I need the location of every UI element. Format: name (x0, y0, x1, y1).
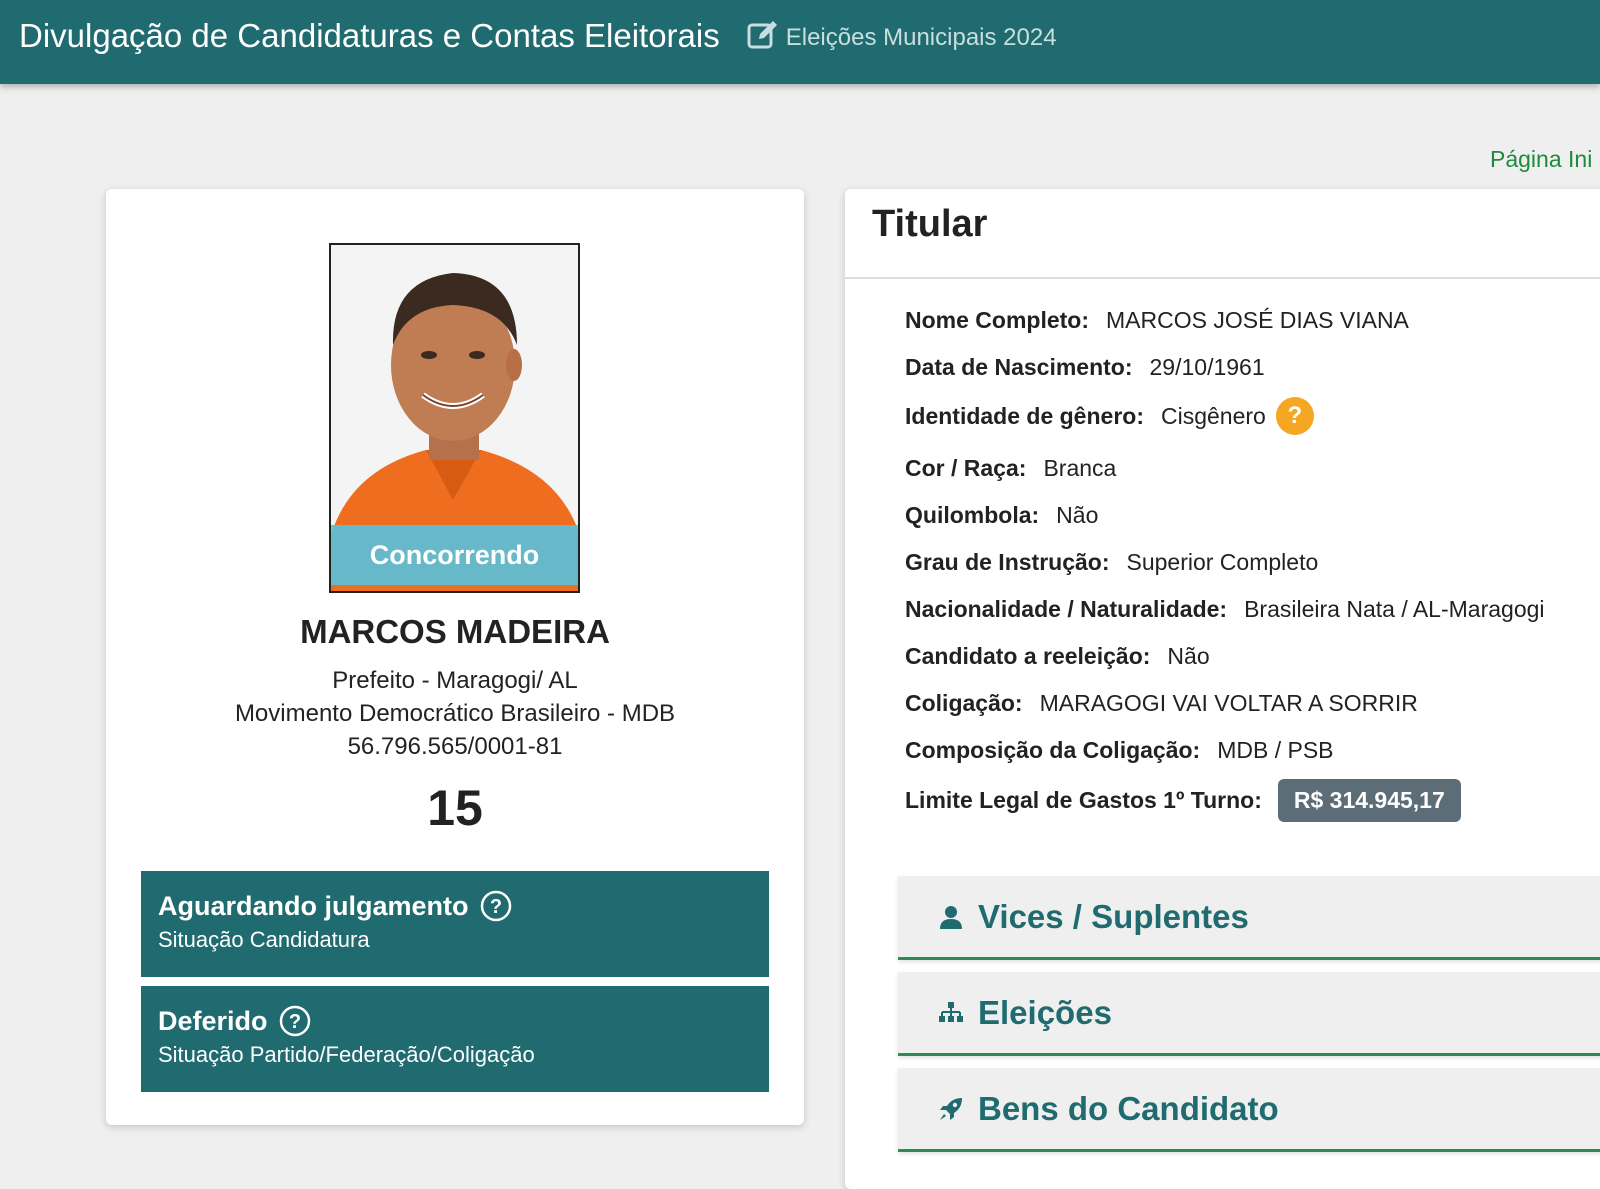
rocket-icon (940, 1097, 962, 1120)
party-status-box: Deferido ? Situação Partido/Federação/Co… (141, 986, 769, 1092)
field-value: MDB / PSB (1217, 737, 1334, 763)
field-reelection: Candidato a reeleição: Não (905, 643, 1210, 670)
field-quilombola: Quilombola: Não (905, 502, 1098, 529)
sitemap-icon (939, 1001, 963, 1022)
field-spending-limit: Limite Legal de Gastos 1º Turno: R$ 314.… (905, 779, 1461, 822)
help-badge-icon[interactable]: ? (1275, 397, 1314, 435)
field-nationality: Nacionalidade / Naturalidade: Brasileira… (905, 596, 1545, 623)
field-coalition: Coligação: MARAGOGI VAI VOLTAR A SORRIR (905, 690, 1418, 717)
section-label: Eleições (978, 993, 1112, 1031)
section-label: Bens do Candidato (978, 1089, 1279, 1127)
titular-card: Titular Nome Completo: MARCOS JOSÉ DIAS … (845, 189, 1600, 1189)
field-value: Não (1056, 502, 1099, 528)
field-label: Nacionalidade / Naturalidade: (905, 596, 1228, 622)
field-label: Limite Legal de Gastos 1º Turno: (905, 787, 1262, 813)
section-eleicoes[interactable]: Eleições (898, 972, 1600, 1056)
user-icon (940, 905, 962, 929)
top-bar: Divulgação de Candidaturas e Contas Elei… (0, 0, 1600, 84)
svg-text:?: ? (288, 1011, 300, 1033)
field-value: MARAGOGI VAI VOLTAR A SORRIR (1039, 690, 1418, 716)
party-status-subtitle: Situação Partido/Federação/Coligação (158, 1042, 535, 1067)
home-link[interactable]: Página Ini (1490, 146, 1592, 173)
candidacy-status-box: Aguardando julgamento ? Situação Candida… (141, 871, 769, 977)
field-label: Coligação: (905, 690, 1023, 716)
field-value: Superior Completo (1126, 549, 1319, 575)
party-status-title: Deferido (158, 1005, 268, 1036)
section-bens-candidato[interactable]: Bens do Candidato (898, 1068, 1600, 1152)
field-value: 29/10/1961 (1149, 354, 1265, 380)
field-label: Quilombola: (905, 502, 1040, 528)
status-ribbon: Concorrendo (331, 525, 578, 585)
svg-text:?: ? (489, 896, 501, 918)
field-label: Identidade de gênero: (905, 402, 1144, 429)
edit-icon (747, 21, 777, 49)
field-coalition-composition: Composição da Coligação: MDB / PSB (905, 737, 1334, 764)
candidate-photo: Concorrendo (329, 243, 580, 593)
candidacy-status-title: Aguardando julgamento (158, 890, 469, 921)
candidate-card: Concorrendo MARCOS MADEIRA Prefeito - Ma… (106, 189, 804, 1125)
field-race: Cor / Raça: Branca (905, 455, 1116, 482)
field-gender-identity: Identidade de gênero: Cisgênero ? (905, 397, 1314, 435)
field-value: Cisgênero (1160, 402, 1266, 429)
field-full-name: Nome Completo: MARCOS JOSÉ DIAS VIANA (905, 307, 1409, 334)
spending-limit-badge: R$ 314.945,17 (1277, 779, 1461, 822)
candidate-name: MARCOS MADEIRA (300, 613, 610, 650)
field-value: Brasileira Nata / AL-Maragogi (1244, 596, 1545, 622)
field-label: Candidato a reeleição: (905, 643, 1151, 669)
help-icon[interactable]: ? (479, 889, 513, 923)
field-label: Data de Nascimento: (905, 354, 1133, 380)
help-icon[interactable]: ? (278, 1004, 312, 1038)
app-title[interactable]: Divulgação de Candidaturas e Contas Elei… (19, 17, 720, 55)
field-value: Não (1167, 643, 1210, 669)
field-value: MARCOS JOSÉ DIAS VIANA (1106, 307, 1409, 333)
candidate-cnpj: 56.796.565/0001-81 (347, 733, 563, 760)
titular-heading: Titular (845, 189, 1600, 279)
field-birth-date: Data de Nascimento: 29/10/1961 (905, 354, 1265, 381)
candidate-party: Movimento Democrático Brasileiro - MDB (234, 700, 676, 727)
field-label: Composição da Coligação: (905, 737, 1201, 763)
field-label: Grau de Instrução: (905, 549, 1110, 575)
field-education: Grau de Instrução: Superior Completo (905, 549, 1318, 576)
field-label: Nome Completo: (905, 307, 1089, 333)
candidacy-status-subtitle: Situação Candidatura (158, 927, 370, 952)
field-label: Cor / Raça: (905, 455, 1027, 481)
section-label: Vices / Suplentes (978, 897, 1249, 935)
election-label[interactable]: Eleições Municipais 2024 (786, 24, 1057, 52)
candidate-office: Prefeito - Maragogi/ AL (332, 667, 578, 694)
candidate-number: 15 (427, 780, 483, 836)
section-vices-suplentes[interactable]: Vices / Suplentes (898, 876, 1600, 960)
field-value: Branca (1043, 455, 1117, 481)
